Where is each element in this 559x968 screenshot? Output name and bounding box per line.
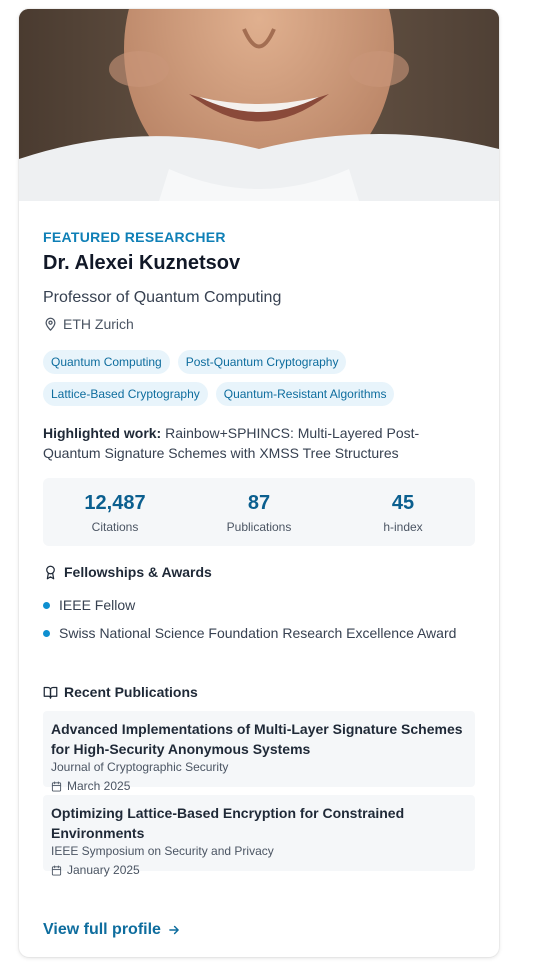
calendar-icon bbox=[51, 780, 62, 792]
researcher-name: Dr. Alexei Kuznetsov bbox=[43, 252, 241, 274]
awards-heading: Fellowships & Awards bbox=[43, 564, 212, 580]
publications-heading: Recent Publications bbox=[43, 684, 198, 700]
researcher-title: Professor of Quantum Computing bbox=[43, 289, 282, 306]
tag-quantum-computing[interactable]: Quantum Computing bbox=[43, 350, 170, 374]
map-pin-icon bbox=[45, 317, 56, 331]
publication-title[interactable]: Advanced Implementations of Multi-Layer … bbox=[51, 719, 467, 759]
calendar-icon bbox=[51, 864, 62, 876]
publication-venue: Journal of Cryptographic Security bbox=[51, 760, 229, 774]
view-full-profile-link[interactable]: View full profile bbox=[43, 921, 181, 939]
location-row: ETH Zurich bbox=[43, 316, 134, 332]
bullet-icon bbox=[43, 630, 50, 637]
tag-lattice-based-cryptography[interactable]: Lattice-Based Cryptography bbox=[43, 382, 208, 406]
publication-item[interactable]: Optimizing Lattice-Based Encryption for … bbox=[43, 795, 475, 877]
tag-quantum-resistant-algorithms[interactable]: Quantum-Resistant Algorithms bbox=[215, 382, 395, 406]
publication-date: March 2025 bbox=[67, 779, 131, 793]
publication-date: January 2025 bbox=[67, 863, 140, 877]
bullet-icon bbox=[43, 602, 50, 609]
stat-value: 87 bbox=[247, 492, 271, 514]
awards-heading-text: Fellowships & Awards bbox=[64, 564, 212, 580]
highlighted-work: Highlighted work: Rainbow+SPHINCS: Multi… bbox=[43, 423, 473, 463]
researcher-photo bbox=[19, 9, 499, 201]
publication-venue: IEEE Symposium on Security and Privacy bbox=[51, 844, 274, 858]
stat-citations: 12,487 Citations bbox=[43, 478, 187, 546]
publication-date-row: January 2025 bbox=[51, 863, 467, 877]
publication-item[interactable]: Advanced Implementations of Multi-Layer … bbox=[43, 711, 475, 793]
stat-value: 45 bbox=[391, 492, 415, 514]
award-icon bbox=[46, 565, 55, 579]
award-text: Swiss National Science Foundation Resear… bbox=[59, 625, 457, 641]
publication-title[interactable]: Optimizing Lattice-Based Encryption for … bbox=[51, 803, 467, 843]
stat-label: Citations bbox=[91, 520, 139, 534]
eyebrow-label: FEATURED RESEARCHER bbox=[43, 229, 226, 245]
award-item: IEEE Fellow bbox=[43, 595, 475, 615]
stat-label: h-index bbox=[383, 520, 423, 534]
highlighted-label: Highlighted work: bbox=[43, 425, 162, 441]
stats-panel: 12,487 Citations 87 Publications 45 h-in… bbox=[43, 478, 475, 546]
awards-list: IEEE Fellow Swiss National Science Found… bbox=[43, 595, 475, 651]
arrow-right-icon bbox=[169, 925, 179, 935]
stat-value: 12,487 bbox=[84, 492, 146, 514]
publication-date-row: March 2025 bbox=[51, 779, 467, 793]
institution: ETH Zurich bbox=[63, 316, 134, 332]
award-text: IEEE Fellow bbox=[59, 597, 136, 613]
publications-heading-text: Recent Publications bbox=[64, 684, 198, 700]
researcher-card: FEATURED RESEARCHER Dr. Alexei Kuznetsov… bbox=[19, 9, 499, 957]
tag-post-quantum-cryptography[interactable]: Post-Quantum Cryptography bbox=[177, 350, 347, 374]
stat-h-index: 45 h-index bbox=[331, 478, 475, 546]
research-tags: Quantum Computing Post-Quantum Cryptogra… bbox=[43, 350, 483, 406]
book-open-icon bbox=[43, 686, 58, 699]
stat-label: Publications bbox=[226, 520, 292, 534]
award-item: Swiss National Science Foundation Resear… bbox=[43, 623, 475, 643]
view-full-profile-label[interactable]: View full profile bbox=[43, 921, 161, 939]
publications-list: Advanced Implementations of Multi-Layer … bbox=[43, 711, 475, 879]
stat-publications: 87 Publications bbox=[187, 478, 331, 546]
